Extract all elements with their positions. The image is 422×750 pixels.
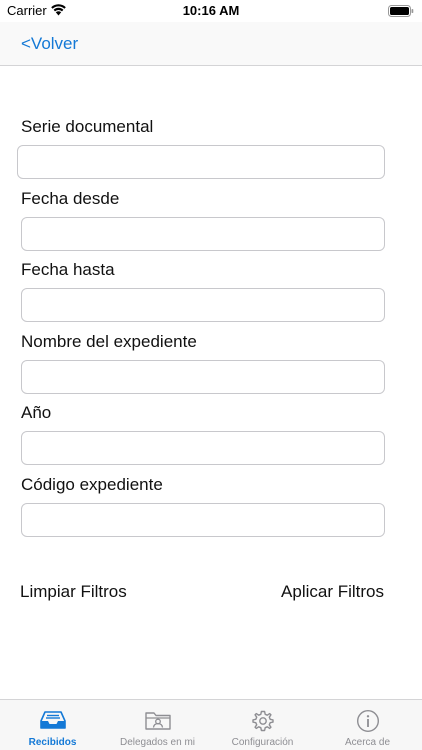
- tab-recibidos[interactable]: Recibidos: [0, 700, 105, 750]
- navigation-bar: <Volver: [0, 22, 422, 66]
- tab-recibidos-label: Recibidos: [28, 737, 77, 748]
- tab-acerca-de[interactable]: Acerca de: [315, 700, 420, 750]
- apply-filters-button[interactable]: Aplicar Filtros: [281, 582, 384, 602]
- codigo-expediente-label: Código expediente: [21, 475, 163, 494]
- gear-icon: [251, 710, 274, 732]
- tab-delegados[interactable]: Delegados en mi: [105, 700, 210, 750]
- tab-acerca-de-label: Acerca de: [344, 737, 391, 748]
- nombre-expediente-label: Nombre del expediente: [21, 332, 197, 351]
- fecha-hasta-input[interactable]: [21, 288, 385, 322]
- fecha-desde-label: Fecha desde: [21, 189, 120, 208]
- nombre-expediente-input[interactable]: [21, 360, 385, 394]
- filter-screen: Carrier 10:16 AM <Volver Serie documenta…: [0, 0, 422, 750]
- anio-label: Año: [21, 403, 52, 422]
- anio-input[interactable]: [21, 431, 385, 465]
- serie-documental-input[interactable]: [17, 145, 385, 179]
- tab-configuracion-label: Configuración: [231, 737, 294, 748]
- info-icon: [356, 709, 379, 733]
- tab-delegados-label: Delegados en mi: [119, 737, 196, 748]
- fecha-desde-input[interactable]: [21, 217, 385, 251]
- status-time: 10:16 AM: [182, 3, 240, 18]
- tab-configuracion[interactable]: Configuración: [210, 700, 315, 750]
- tab-bar: Recibidos Delegados en mi Configuración: [0, 699, 422, 750]
- codigo-expediente-input[interactable]: [21, 503, 385, 537]
- fecha-hasta-label: Fecha hasta: [21, 260, 115, 279]
- battery-icon: [388, 5, 414, 17]
- clear-filters-button[interactable]: Limpiar Filtros: [20, 582, 127, 602]
- status-bar: Carrier 10:16 AM: [0, 0, 422, 22]
- user-folder-icon: [144, 712, 171, 730]
- serie-documental-label: Serie documental: [21, 117, 154, 136]
- back-button[interactable]: <Volver: [21, 34, 78, 54]
- inbox-tray-icon: [39, 711, 66, 729]
